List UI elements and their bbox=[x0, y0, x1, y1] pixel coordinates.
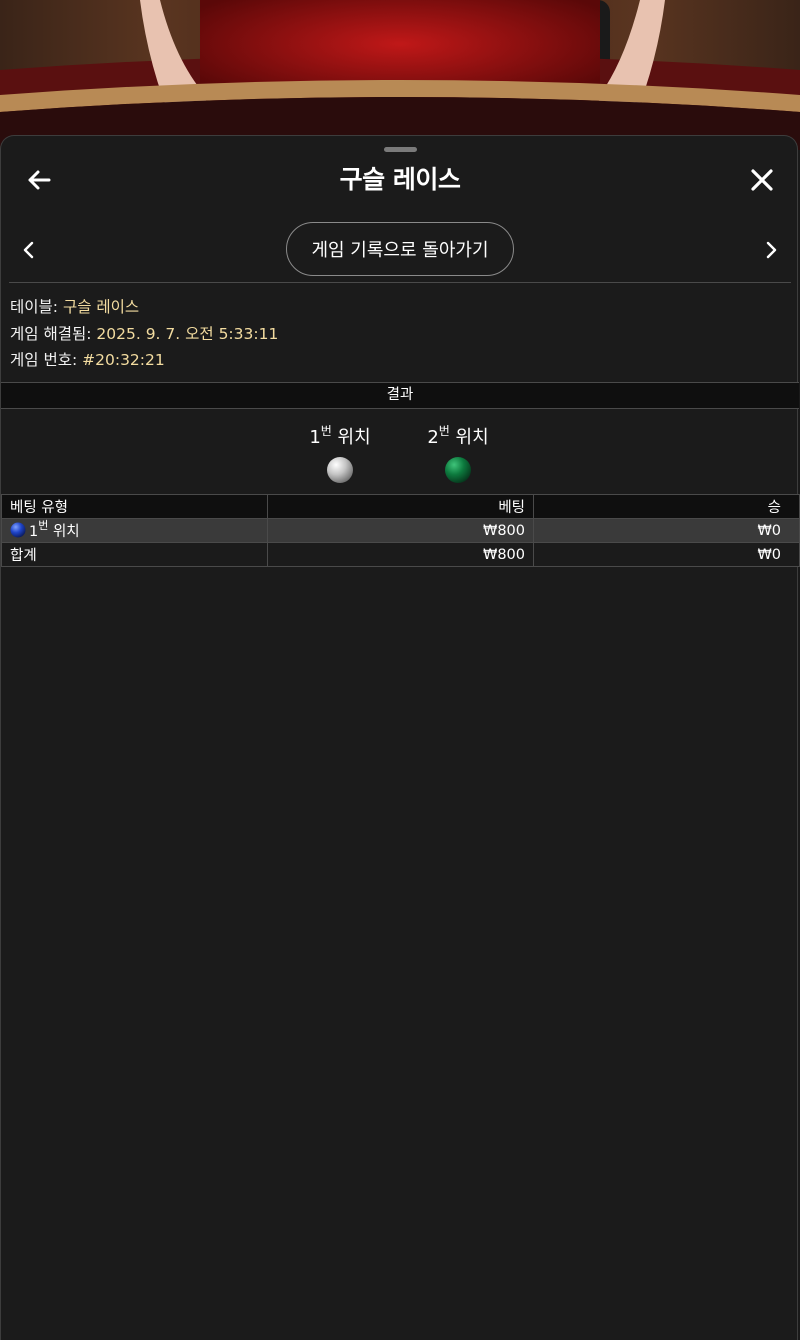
resolved-label: 게임 해결됨: bbox=[10, 324, 92, 343]
table-label: 테이블: bbox=[10, 298, 59, 316]
table-info-row: 테이블: 구슬 레이스 bbox=[10, 294, 278, 321]
table-total-row: 합계 ₩800 ₩0 bbox=[1, 542, 800, 567]
sheet-header: 구슬 레이스 bbox=[1, 156, 799, 204]
silver-ball-icon bbox=[327, 457, 353, 483]
close-icon bbox=[751, 169, 773, 191]
green-ball-icon bbox=[445, 457, 471, 483]
position-label: 2번 위치 bbox=[427, 424, 489, 448]
live-video-background bbox=[0, 0, 800, 150]
total-win-cell: ₩0 bbox=[533, 542, 800, 567]
dealer-video-frame bbox=[0, 0, 800, 150]
column-header-bet: 베팅 bbox=[267, 494, 534, 519]
bet-amount-cell: ₩800 bbox=[267, 518, 534, 543]
total-bet-cell: ₩800 bbox=[267, 542, 534, 567]
blue-ball-icon bbox=[10, 522, 26, 538]
next-game-button[interactable] bbox=[759, 236, 783, 264]
game-number-row: 게임 번호: #20:32:21 bbox=[10, 347, 278, 374]
game-history-detail-sheet: 구슬 레이스 게임 기록으로 돌아가기 테이블: 구슬 레이스 게임 해결됨: bbox=[0, 135, 800, 1340]
result-positions: 1번 위치 2번 위치 bbox=[1, 408, 799, 494]
column-header-win: 승 bbox=[533, 494, 800, 519]
game-info: 테이블: 구슬 레이스 게임 해결됨: 2025. 9. 7. 오전 5:33:… bbox=[10, 294, 278, 374]
result-position-1: 1번 위치 bbox=[285, 424, 395, 484]
chevron-right-icon bbox=[766, 241, 777, 259]
position-label: 1번 위치 bbox=[309, 424, 371, 448]
resolved-info-row: 게임 해결됨: 2025. 9. 7. 오전 5:33:11 bbox=[10, 321, 278, 348]
close-button[interactable] bbox=[746, 164, 778, 196]
table-header-row: 베팅 유형 베팅 승 bbox=[1, 494, 800, 519]
resolved-value: 2025. 9. 7. 오전 5:33:11 bbox=[96, 324, 279, 343]
win-amount-cell: ₩0 bbox=[533, 518, 800, 543]
result-section-header: 결과 bbox=[1, 382, 799, 409]
table-value: 구슬 레이스 bbox=[62, 298, 140, 316]
bet-type-cell: 1번 위치 bbox=[1, 518, 268, 543]
game-number-value: #20:32:21 bbox=[82, 351, 165, 369]
previous-game-button[interactable] bbox=[17, 236, 41, 264]
table-row: 1번 위치 ₩800 ₩0 bbox=[1, 518, 800, 543]
bets-table: 베팅 유형 베팅 승 1번 위치 ₩800 ₩0 합계 ₩800 ₩0 bbox=[1, 494, 800, 567]
page-title: 구슬 레이스 bbox=[339, 165, 461, 194]
history-navigation: 게임 기록으로 돌아가기 bbox=[1, 222, 799, 278]
column-header-bet-type: 베팅 유형 bbox=[1, 494, 268, 519]
game-number-label: 게임 번호: bbox=[10, 351, 78, 369]
sheet-drag-handle[interactable] bbox=[384, 147, 417, 152]
back-to-history-button[interactable]: 게임 기록으로 돌아가기 bbox=[286, 222, 514, 276]
total-label-cell: 합계 bbox=[1, 542, 268, 567]
divider bbox=[9, 282, 791, 283]
result-position-2: 2번 위치 bbox=[403, 424, 513, 484]
chevron-left-icon bbox=[23, 241, 34, 259]
